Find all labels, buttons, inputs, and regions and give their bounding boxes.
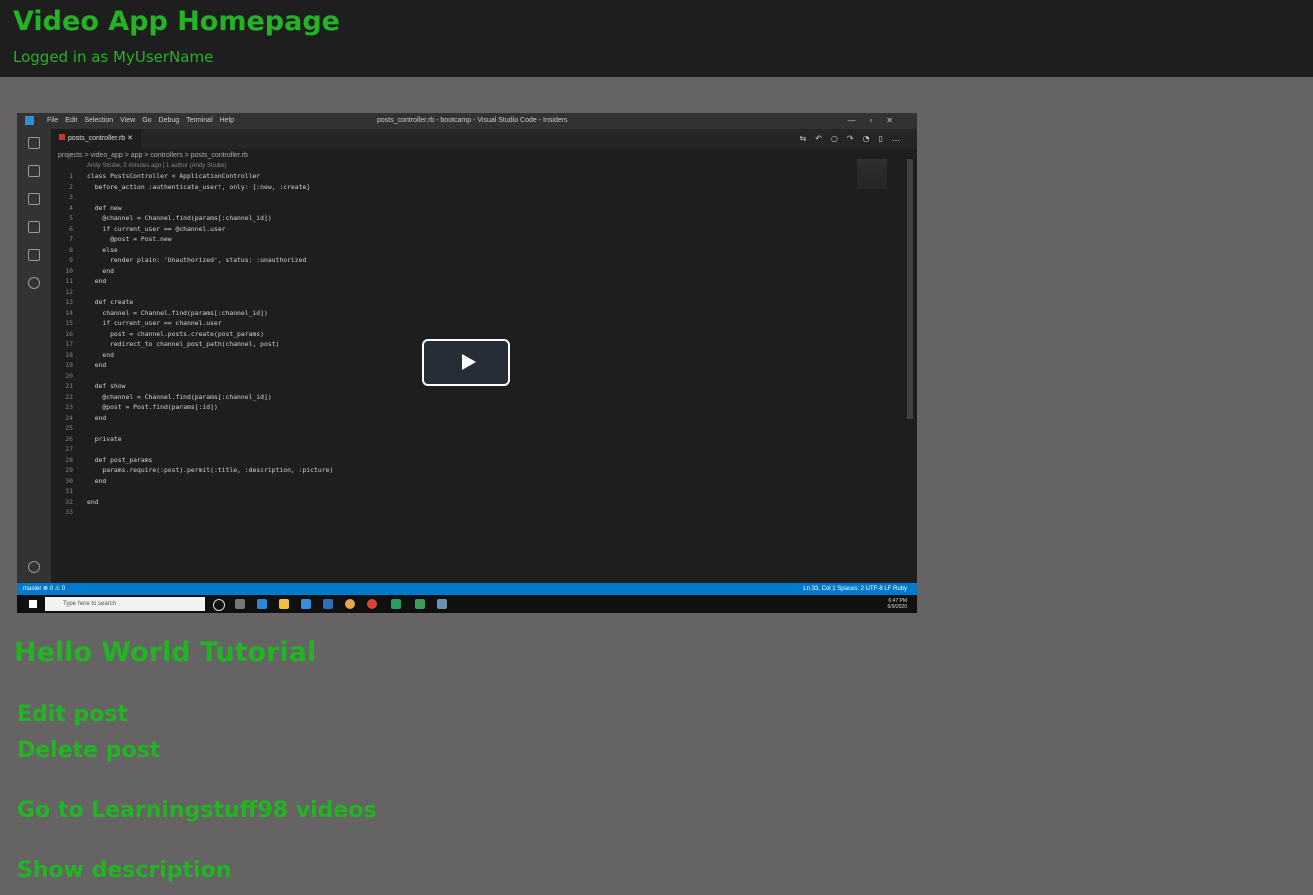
code-line: 6 if current_user == @channel.user	[69, 224, 226, 233]
git-blame-annotation: Andy Strube, 2 minutes ago | 1 author (A…	[87, 163, 227, 169]
remote-icon	[28, 249, 40, 261]
clock-date: 6/9/2020	[887, 604, 907, 610]
code-line: 29 params.require(:post).permit(:title, …	[65, 466, 334, 474]
source-control-icon	[28, 165, 40, 177]
vscode-window-title: posts_controller.rb - bootcamp - Visual …	[377, 117, 568, 124]
menu-item: Selection	[84, 117, 114, 124]
editor-tabbar: posts_controller.rb ✕ ⇆↶○↷◔▯…	[51, 129, 917, 149]
vscode-menubar: File Edit Selection View Go Debug Terminal Help…	[17, 113, 917, 129]
channel-videos-link[interactable]: Go to Learningstuff98 videos	[17, 798, 377, 823]
menu-item: View	[120, 117, 136, 124]
code-line: 33	[65, 508, 73, 516]
code-line: 4 def new	[69, 203, 122, 212]
code-line: 23 @post = Post.find(params[:id])	[65, 403, 218, 411]
code-line: 11 end	[65, 277, 107, 285]
logged-in-status: Logged in as MyUserName	[13, 48, 214, 66]
video-player[interactable]: File Edit Selection View Go Debug Terminal Help…	[17, 113, 917, 613]
menu-item: Debug	[158, 117, 180, 124]
editor-actions-icon: ⇆↶○↷◔▯…	[799, 134, 909, 143]
vscode-menu: File Edit Selection View Go Debug Terminal Help	[47, 117, 241, 124]
settings-gear-icon	[28, 561, 40, 573]
code-line: 12	[65, 287, 73, 296]
menu-item: File	[47, 117, 59, 124]
post-title: Hello World Tutorial	[14, 637, 317, 668]
terminal-icon	[415, 599, 425, 609]
edit-post-link[interactable]: Edit post	[17, 702, 128, 727]
app-icon	[437, 599, 447, 609]
play-icon	[462, 354, 476, 370]
edge-icon	[257, 599, 267, 609]
code-line: 28 def post_params	[65, 455, 153, 464]
windows-taskbar: Type here to search 6:47 PM 6/9/2020	[17, 595, 917, 613]
menu-item: Go	[142, 117, 152, 124]
code-line: 8 else	[69, 245, 118, 254]
task-view-icon	[235, 599, 245, 609]
code-line: 24 end	[65, 413, 107, 422]
code-line: 3	[69, 193, 73, 201]
code-line: 10 end	[65, 266, 114, 275]
code-line: 15 if current_user == channel.user	[65, 319, 222, 327]
cortana-icon	[213, 599, 225, 611]
chrome-icon	[367, 599, 377, 609]
code-line: 14 channel = Channel.find(params[:channe…	[65, 308, 268, 317]
vscode-insiders-icon	[391, 599, 401, 609]
code-line: 30 end	[65, 476, 107, 485]
status-cursor-info: Ln 33, Col 1 Spaces: 2 UTF-8 LF Ruby	[803, 586, 907, 592]
breadcrumb: projects > video_app > app > controllers…	[58, 152, 248, 159]
show-description-link[interactable]: Show description	[17, 858, 231, 883]
code-line: 25	[65, 424, 73, 432]
play-button[interactable]	[422, 339, 510, 386]
menu-item: Edit	[65, 117, 78, 124]
menu-item: Help	[219, 117, 235, 124]
system-clock: 6:47 PM 6/9/2020	[888, 598, 907, 610]
code-line: 13 def create	[65, 298, 134, 306]
file-explorer-icon	[279, 599, 289, 609]
minimap	[857, 159, 887, 189]
status-branch: master ⊗ 0 ⚠ 0	[23, 586, 66, 592]
store-icon	[301, 599, 311, 609]
code-line: 27	[65, 445, 73, 453]
app-title: Video App Homepage	[13, 6, 340, 37]
taskbar-search: Type here to search	[45, 597, 205, 611]
code-line: 31	[65, 487, 73, 495]
code-line: 32 end	[65, 497, 99, 506]
vscode-statusbar: master ⊗ 0 ⚠ 0 Ln 33, Col 1 Spaces: 2 UT…	[17, 583, 917, 595]
code-line: 5 @channel = Channel.find(params[:channe…	[69, 214, 272, 222]
explorer-icon	[28, 137, 40, 149]
ruby-file-icon	[59, 134, 65, 140]
mail-icon	[323, 599, 333, 609]
windows-start-icon	[29, 600, 37, 608]
menu-item: Terminal	[186, 117, 213, 124]
editor-tab: posts_controller.rb ✕	[51, 129, 141, 149]
code-line: 26 private	[65, 434, 122, 443]
extensions-icon	[28, 221, 40, 233]
code-line: 1 class PostsController < ApplicationCont…	[69, 172, 261, 180]
code-line: 9 render plain: 'Unauthorized', status: …	[69, 256, 307, 264]
app-header: Video App Homepage Logged in as MyUserNa…	[0, 0, 1313, 77]
vscode-logo-icon	[25, 116, 34, 125]
code-line: 16 post = channel.posts.create(post_para…	[65, 329, 264, 338]
git-graph-icon	[28, 277, 40, 289]
window-controls-icon: —▫✕	[847, 116, 907, 125]
code-line: 22 @channel = Channel.find(params[:chann…	[65, 392, 272, 401]
delete-post-link[interactable]: Delete post	[17, 738, 160, 763]
vscode-activity-bar	[17, 129, 51, 583]
editor-tab-label: posts_controller.rb	[68, 135, 126, 142]
code-line: 7 @post = Post.new	[69, 235, 172, 243]
firefox-icon	[345, 599, 355, 609]
code-line: 2 before_action :authenticate_user!, onl…	[69, 182, 311, 191]
debug-icon	[28, 193, 40, 205]
editor-scrollbar	[907, 159, 913, 419]
